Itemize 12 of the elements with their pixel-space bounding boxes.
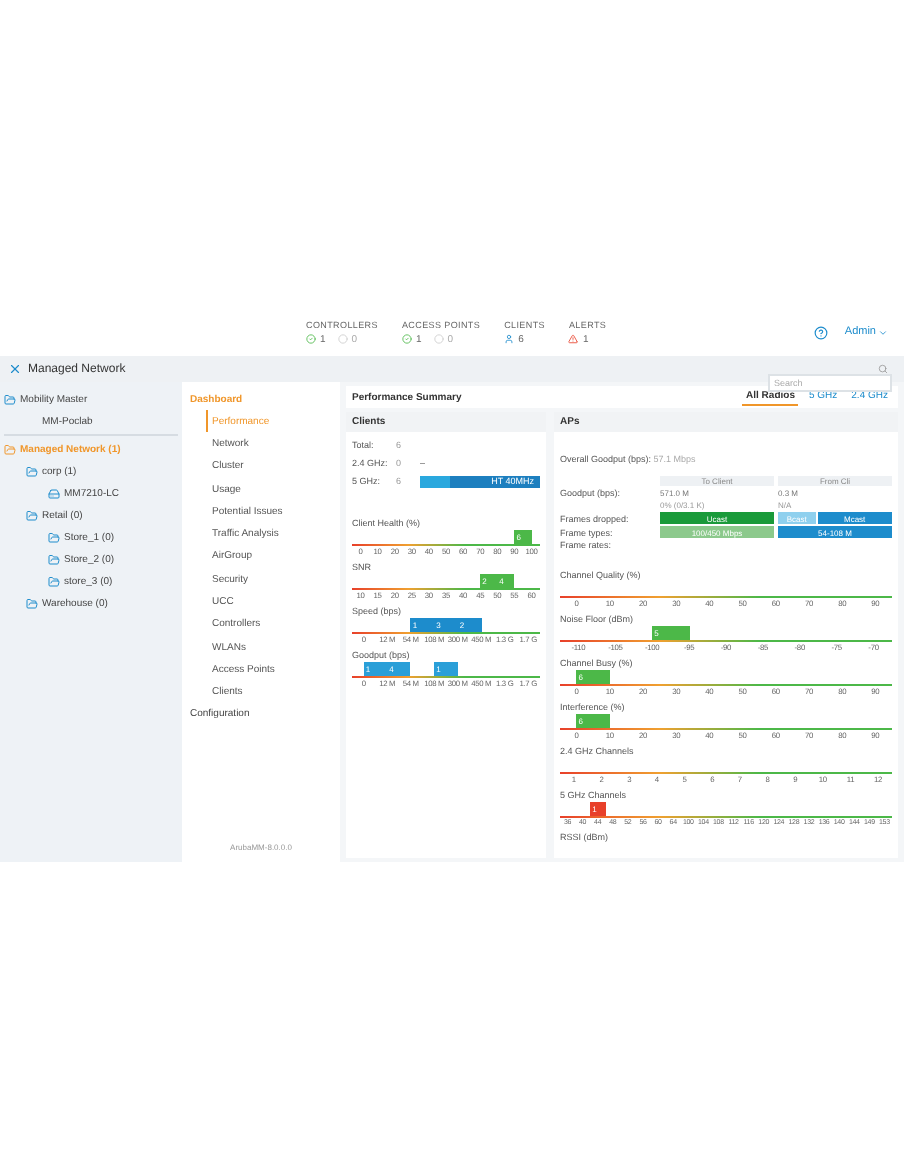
search-icon bbox=[878, 364, 888, 374]
chevron-down-icon bbox=[878, 327, 888, 337]
circle-icon bbox=[433, 334, 444, 344]
check-icon bbox=[401, 334, 412, 344]
check-icon bbox=[306, 334, 316, 344]
device-icon bbox=[48, 487, 60, 499]
help-icon[interactable] bbox=[814, 325, 829, 339]
user-icon bbox=[504, 334, 515, 344]
circle-icon bbox=[337, 334, 348, 344]
folder-icon bbox=[4, 393, 16, 405]
close-icon[interactable] bbox=[8, 362, 22, 376]
warning-icon bbox=[568, 334, 579, 344]
